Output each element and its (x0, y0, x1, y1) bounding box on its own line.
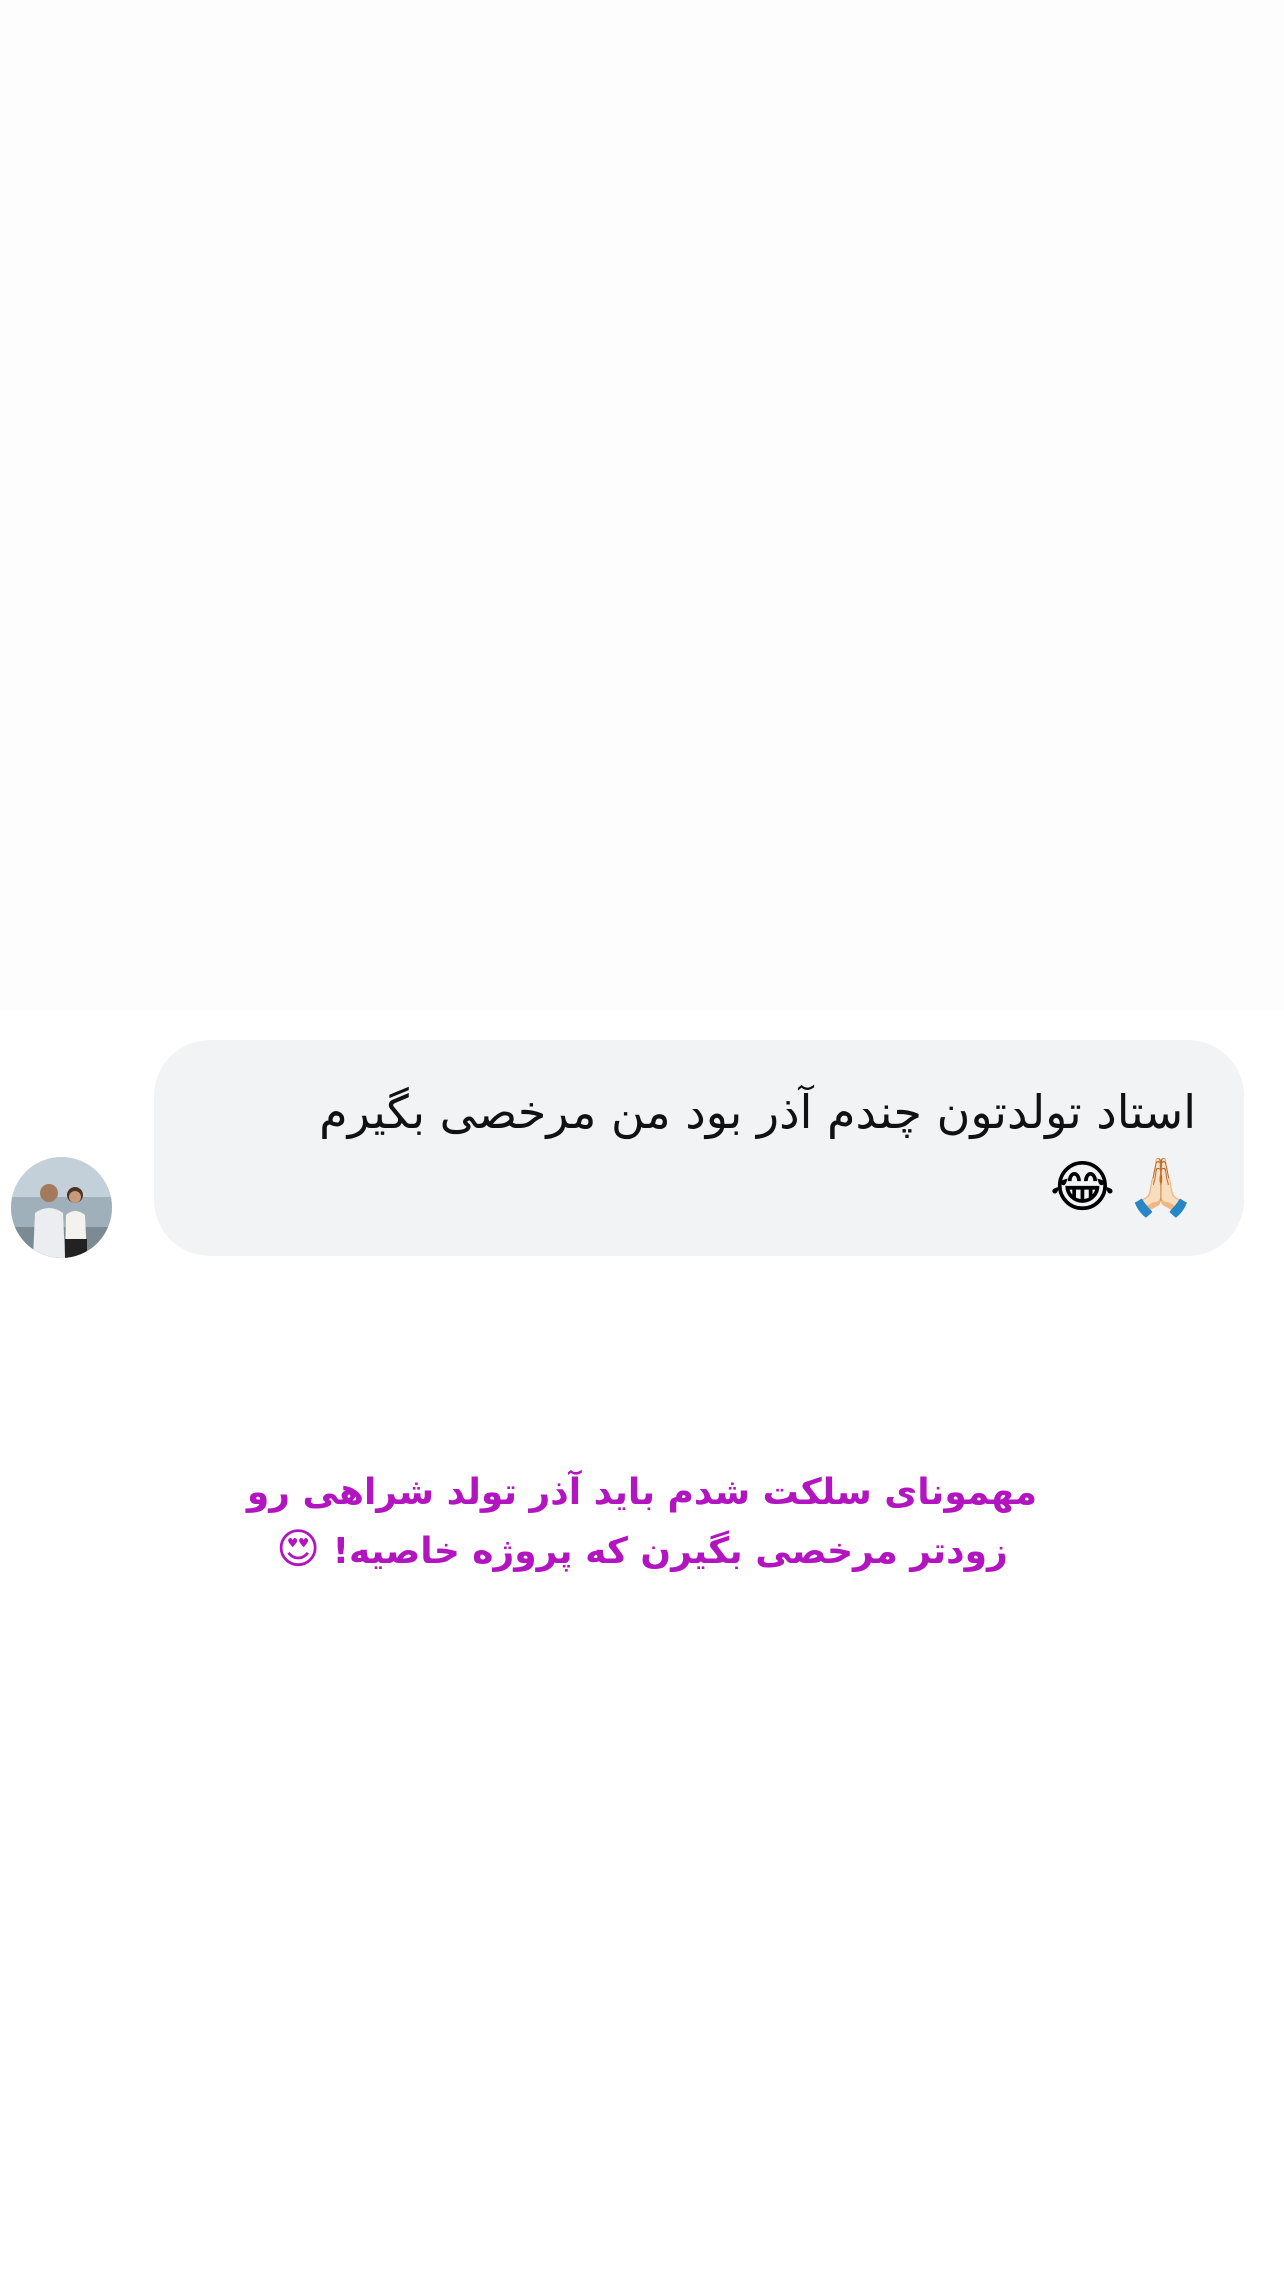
caption-line-2-text: زودتر مرخصی بگیرن که پروژه خاصیه! (332, 1531, 1008, 1572)
caption-line-2: زودتر مرخصی بگیرن که پروژه خاصیه! 😍 (200, 1521, 1084, 1580)
praying-hands-emoji: 🙏🏻 (1126, 1155, 1196, 1220)
background-fade (0, 0, 1284, 1010)
heart-eyes-emoji: 😍 (276, 1524, 321, 1573)
message-text: استاد تولدتون چندم آذر بود من مرخصی بگیر… (319, 1085, 1196, 1139)
avatar-photo-icon (11, 1157, 112, 1258)
tears-of-joy-emoji: 😂 (1049, 1155, 1116, 1220)
message-bubble[interactable]: استاد تولدتون چندم آذر بود من مرخصی بگیر… (154, 1040, 1244, 1256)
caption-line-1: مهمونای سلکت شدم باید آذر تولد شراهی رو (246, 1472, 1038, 1513)
story-caption: مهمونای سلکت شدم باید آذر تولد شراهی رو … (200, 1465, 1084, 1580)
sender-avatar[interactable] (11, 1157, 112, 1258)
